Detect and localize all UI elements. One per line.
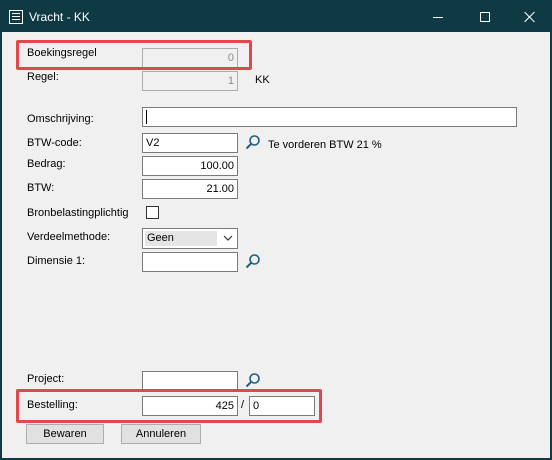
cancel-button[interactable]: Annuleren [121, 424, 201, 444]
maximize-button[interactable] [462, 2, 508, 32]
verdeelmethode-select[interactable]: Geen [142, 228, 238, 249]
title-bar[interactable]: Vracht - KK [2, 2, 550, 32]
minimize-button[interactable] [415, 2, 461, 32]
omschrijving-label: Omschrijving: [27, 113, 94, 125]
regel-suffix: KK [255, 74, 270, 86]
project-label: Project: [27, 373, 65, 385]
project-lookup-icon[interactable] [245, 372, 261, 388]
regel-label: Regel: [27, 71, 59, 83]
omschrijving-field[interactable] [142, 107, 517, 127]
btw-code-field[interactable]: V2 [142, 133, 238, 153]
bedrag-field[interactable]: 100.00 [142, 156, 238, 176]
bedrag-label: Bedrag: [27, 158, 66, 170]
highlight-box-bestelling [16, 389, 322, 423]
verdeelmethode-label: Verdeelmethode: [27, 231, 111, 243]
bronbelasting-label: Bronbelastingplichtig [27, 207, 129, 219]
window-title: Vracht - KK [29, 10, 90, 24]
project-field[interactable] [142, 371, 238, 391]
dimensie-lookup-icon[interactable] [245, 253, 261, 269]
minimize-icon [433, 16, 443, 18]
btw-code-description: Te vorderen BTW 21 % [268, 139, 382, 151]
bronbelasting-checkbox[interactable] [146, 206, 159, 219]
close-icon [524, 11, 536, 23]
btw-code-label: BTW-code: [27, 137, 82, 149]
dimensie-field[interactable] [142, 252, 238, 272]
btw-label: BTW: [27, 182, 55, 194]
save-button[interactable]: Bewaren [26, 424, 104, 444]
form-icon [9, 10, 23, 24]
btw-code-lookup-icon[interactable] [245, 134, 261, 150]
btw-field[interactable]: 21.00 [142, 179, 238, 199]
dialog-window: Vracht - KK Boekingsregel 0 Regel: 1 KK … [1, 1, 551, 459]
regel-field: 1 [142, 71, 238, 91]
dimensie-label: Dimensie 1: [27, 255, 86, 267]
text-cursor [146, 110, 147, 124]
maximize-icon [480, 12, 490, 22]
close-button[interactable] [507, 2, 552, 32]
verdeelmethode-value: Geen [145, 231, 217, 246]
chevron-down-icon [223, 235, 233, 241]
highlight-box-boekingsregel [16, 40, 252, 70]
